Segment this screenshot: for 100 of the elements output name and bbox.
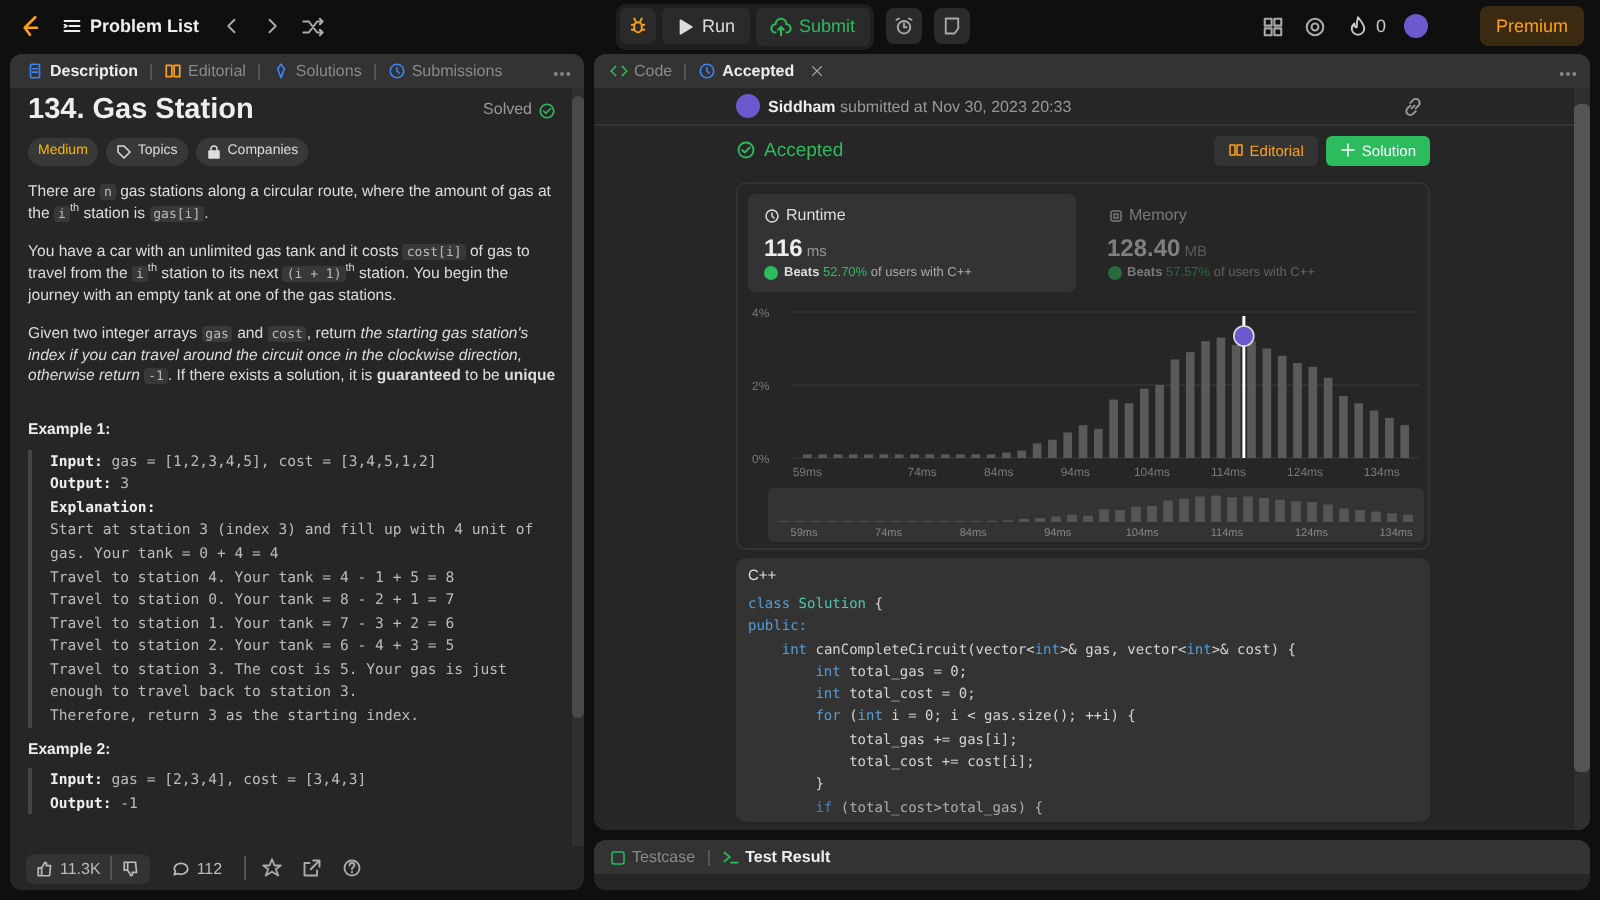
settings-icon bbox=[1303, 15, 1326, 37]
link-icon bbox=[1402, 95, 1424, 117]
clock-icon bbox=[764, 207, 780, 223]
overview-bar bbox=[1227, 497, 1237, 522]
histogram-bar bbox=[1323, 377, 1333, 458]
histogram-bar bbox=[1216, 337, 1226, 458]
panel-tab[interactable]: Solutions bbox=[267, 60, 366, 82]
histogram-bar bbox=[1308, 366, 1318, 458]
histogram-bar bbox=[1369, 410, 1379, 458]
submit-button[interactable]: Submit bbox=[755, 7, 870, 45]
overview-bar bbox=[1275, 499, 1285, 522]
overview-bar bbox=[1083, 515, 1093, 522]
shuffle-icon bbox=[301, 15, 324, 37]
premium-button[interactable]: Premium bbox=[1480, 6, 1585, 46]
histogram-bar bbox=[1048, 439, 1057, 458]
streak-button[interactable]: 0 bbox=[1341, 12, 1392, 40]
overview-bar bbox=[1051, 516, 1061, 522]
histogram-bar bbox=[1170, 359, 1180, 458]
book-icon bbox=[164, 62, 183, 80]
overview-bar bbox=[1387, 513, 1397, 522]
overview-bar bbox=[1355, 510, 1365, 522]
comment-icon bbox=[172, 859, 191, 877]
panel-tab[interactable]: Submissions bbox=[383, 60, 507, 82]
solved-label: Solved bbox=[483, 100, 532, 122]
histogram-bar bbox=[1094, 428, 1103, 458]
histogram-bar bbox=[1185, 352, 1195, 458]
panel-tab[interactable]: Description bbox=[22, 60, 143, 82]
histogram-bar bbox=[1247, 341, 1256, 458]
clock-icon bbox=[387, 62, 406, 80]
grid-icon bbox=[1261, 15, 1284, 37]
histogram-bar bbox=[1002, 452, 1011, 458]
histogram-bar bbox=[1339, 395, 1348, 458]
histogram-bar bbox=[1293, 363, 1302, 458]
flame-icon bbox=[1347, 16, 1368, 36]
overview-bar bbox=[1131, 506, 1141, 522]
runtime-marker bbox=[1233, 316, 1255, 458]
histogram-bar bbox=[1201, 341, 1210, 458]
console-tab[interactable]: Test Result bbox=[717, 846, 835, 868]
histogram-bar bbox=[1354, 403, 1364, 458]
panel-tab[interactable]: Editorial bbox=[160, 60, 250, 82]
overview-bar bbox=[1323, 504, 1333, 522]
avatar[interactable] bbox=[1404, 14, 1428, 38]
help-icon bbox=[342, 858, 363, 878]
alarm-clock-icon bbox=[893, 16, 914, 36]
overview-bar bbox=[1099, 509, 1109, 522]
checkbox-icon bbox=[610, 849, 626, 865]
share-icon bbox=[302, 858, 323, 878]
avatar bbox=[736, 94, 760, 118]
note-button[interactable] bbox=[933, 8, 970, 44]
clock-icon bbox=[698, 62, 717, 80]
bug-icon bbox=[627, 16, 648, 36]
thumbs-up-icon bbox=[36, 859, 54, 877]
histogram-bar bbox=[1385, 417, 1394, 458]
overview-bar bbox=[1371, 511, 1381, 522]
run-button[interactable]: Run bbox=[661, 8, 749, 44]
star-icon bbox=[262, 858, 283, 878]
play-icon bbox=[675, 17, 694, 35]
plus-icon bbox=[1339, 142, 1356, 158]
document-icon bbox=[26, 62, 44, 80]
overview-bar bbox=[1067, 514, 1077, 522]
favorite-button[interactable] bbox=[258, 854, 287, 882]
histogram-bar bbox=[1400, 425, 1409, 458]
check-circle-icon bbox=[538, 101, 556, 120]
histogram-bar bbox=[1017, 450, 1027, 458]
overview-bar bbox=[1307, 502, 1317, 522]
more-icon bbox=[1558, 67, 1578, 79]
list-icon bbox=[62, 16, 82, 36]
histogram-bar bbox=[1063, 432, 1073, 458]
console-tab[interactable]: Testcase bbox=[606, 846, 700, 868]
close-icon bbox=[810, 64, 825, 78]
scrollbar[interactable] bbox=[572, 88, 584, 846]
debug-button[interactable] bbox=[619, 8, 656, 44]
overview-bar bbox=[1211, 495, 1221, 522]
stat-title: Memory bbox=[1129, 206, 1187, 224]
histogram-bar bbox=[1124, 403, 1134, 458]
note-icon bbox=[941, 16, 962, 36]
badge-icon bbox=[1107, 266, 1121, 280]
overview-bar bbox=[1403, 514, 1413, 522]
editor-tab[interactable]: Code bbox=[606, 60, 677, 82]
badge-icon bbox=[764, 266, 778, 280]
tag-icon bbox=[115, 143, 132, 160]
histogram-bar bbox=[1109, 399, 1118, 458]
comments-button[interactable]: 112 bbox=[162, 853, 233, 883]
overview-bar bbox=[1163, 500, 1173, 522]
alarm-button[interactable] bbox=[885, 8, 922, 44]
copy-link-button[interactable] bbox=[1402, 95, 1424, 117]
histogram-bar bbox=[1032, 443, 1042, 458]
overview-bar bbox=[1179, 498, 1189, 522]
problem-list-button[interactable]: Problem List bbox=[56, 12, 206, 40]
overview-bar bbox=[1195, 496, 1205, 522]
thumbs-down-icon bbox=[122, 859, 141, 877]
check-circle-icon bbox=[736, 140, 756, 160]
overview-bar bbox=[1339, 508, 1349, 522]
histogram-bar bbox=[1277, 355, 1287, 458]
scrollbar[interactable] bbox=[1574, 88, 1590, 830]
histogram-bar bbox=[1155, 385, 1164, 458]
histogram-bar bbox=[1078, 425, 1088, 458]
editor-tab[interactable]: Accepted bbox=[694, 60, 799, 82]
problem-title: 134. Gas Station bbox=[28, 100, 254, 122]
code-icon bbox=[610, 62, 628, 80]
